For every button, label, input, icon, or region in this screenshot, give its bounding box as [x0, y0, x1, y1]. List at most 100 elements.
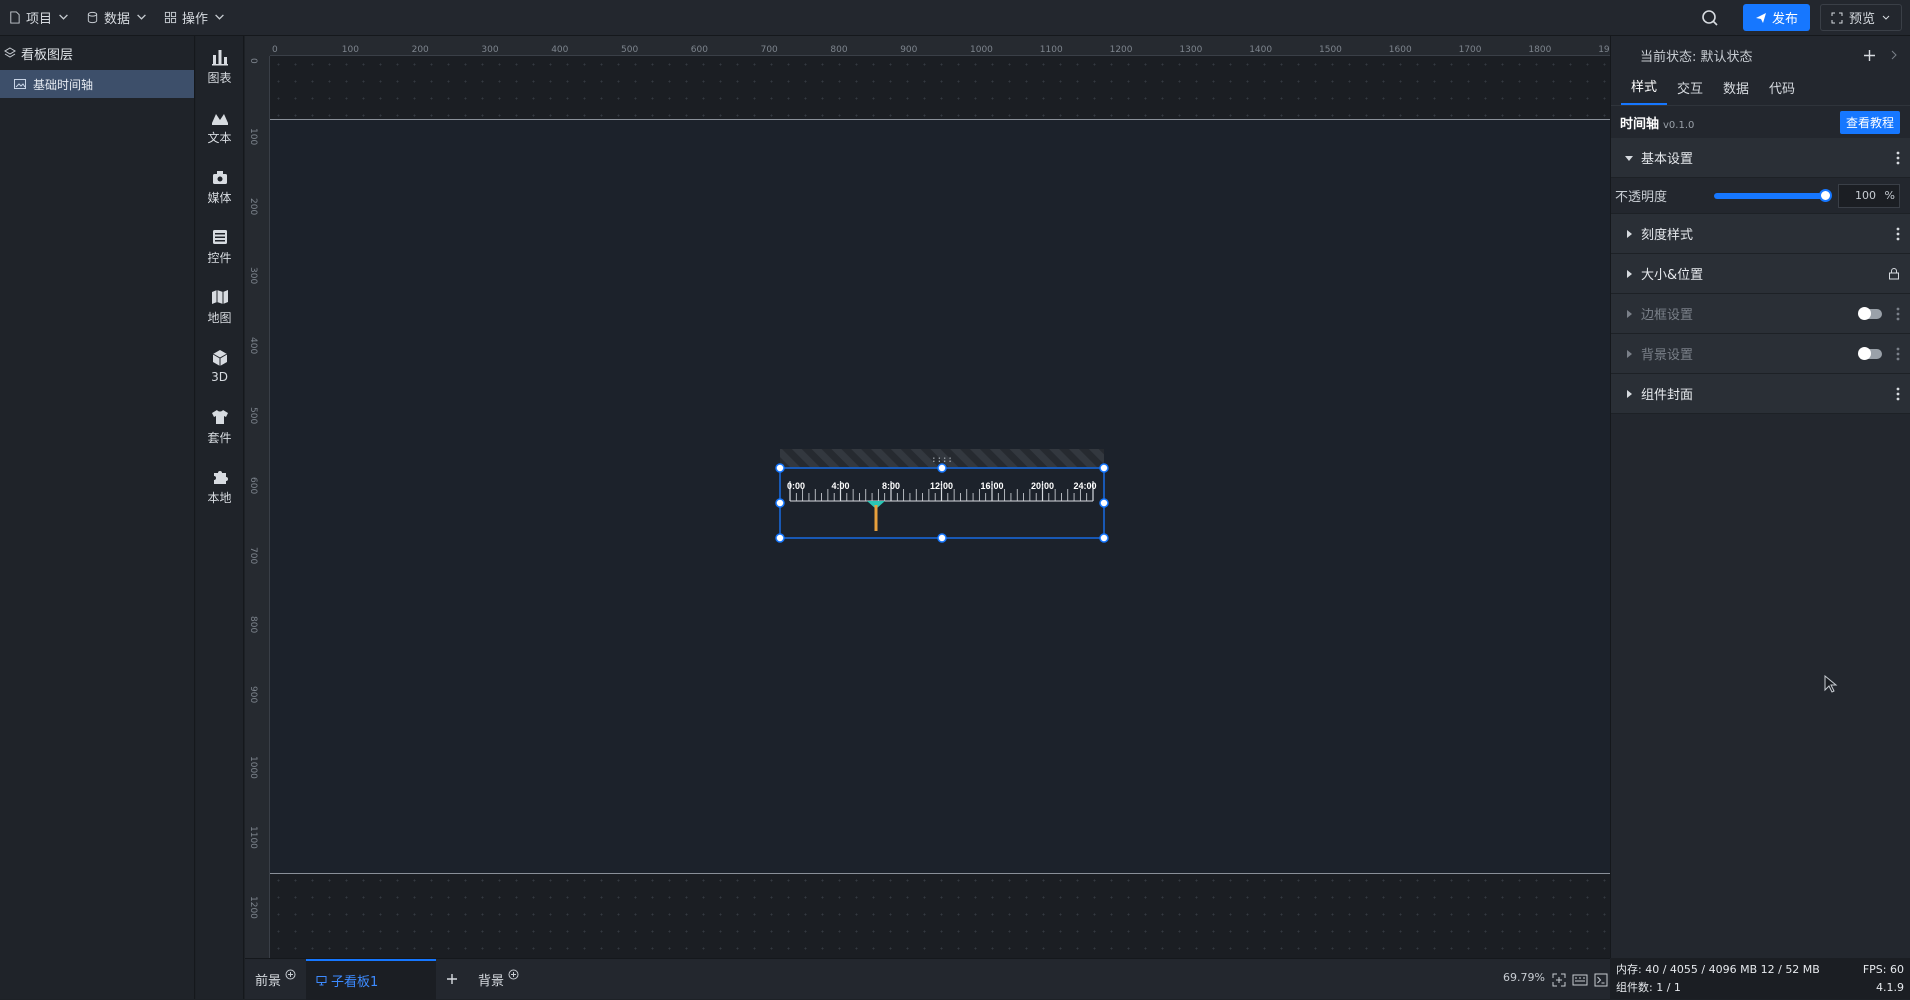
ruler-v-label: 800	[248, 616, 258, 634]
add-state-icon[interactable]	[1863, 49, 1876, 62]
tab-interaction[interactable]: 交互	[1667, 78, 1713, 105]
text-icon	[211, 113, 228, 125]
tab-data[interactable]: 数据	[1713, 78, 1759, 105]
mouse-cursor-icon	[1824, 675, 1838, 693]
menu-project-label: 项目	[26, 12, 53, 27]
opacity-input[interactable]: 100 %	[1838, 183, 1900, 208]
canvas-area[interactable]: 0 100 200 300 400 500 600 700 800 900 1000 1100 1200…	[245, 36, 1610, 958]
publish-button[interactable]: 发布	[1742, 4, 1810, 31]
tool-control[interactable]: 控件	[196, 216, 243, 276]
ruler-h-label: 1800	[1528, 45, 1552, 55]
state-info[interactable]: 当前状态: 默认状态	[1640, 46, 1753, 65]
menu-data[interactable]: 数据	[78, 0, 156, 36]
horizontal-ruler: 0 100 200 300 400 500 600 700 800 900 1000 1100 1200…	[270, 36, 1610, 56]
timeline-pointer[interactable]	[874, 505, 878, 531]
opacity-slider[interactable]	[1714, 188, 1832, 202]
terminal-icon[interactable]	[1594, 973, 1608, 987]
layer-item[interactable]: 基础时间轴	[0, 70, 194, 98]
bottom-bar: 前景 子看板1 背景 69.79%	[245, 958, 1610, 1000]
tool-map[interactable]: 地图	[196, 276, 243, 336]
section-tick-style-label: 刻度样式	[1641, 228, 1694, 243]
tab-background[interactable]: 背景	[468, 959, 529, 1000]
top-right-actions: 发布 预览	[1701, 4, 1902, 31]
border-toggle[interactable]	[1858, 306, 1882, 320]
timeline-label: 8:00	[882, 481, 900, 491]
component-header: 时间轴 v0.1.0 查看教程	[1611, 106, 1910, 138]
component-name: 时间轴	[1620, 116, 1660, 132]
tool-control-label: 控件	[207, 250, 232, 265]
preview-button[interactable]: 预览	[1819, 4, 1902, 31]
menu-project[interactable]: 项目	[0, 0, 78, 36]
ruler-v-label: 300	[248, 267, 258, 285]
section-tick-style[interactable]: 刻度样式	[1611, 214, 1910, 254]
more-icon[interactable]	[1896, 307, 1900, 321]
tool-chart-label: 图表	[207, 70, 232, 85]
menu-operate[interactable]: 操作	[156, 0, 234, 36]
opacity-row: 不透明度 100 %	[1611, 178, 1910, 214]
tab-subboard[interactable]: 子看板1	[306, 958, 437, 1000]
tab-code[interactable]: 代码	[1759, 78, 1805, 105]
ruler-v-label: 100	[248, 127, 258, 145]
ruler-h-label: 700	[760, 45, 778, 55]
control-icon	[212, 229, 227, 244]
ruler-v-label: 0	[248, 58, 258, 64]
database-icon	[87, 11, 98, 24]
timeline-component[interactable]: :::: 0:00 4:00 8:00 12:00 16:00 20:00 24:00	[772, 449, 1112, 544]
ruler-v-label: 1100	[248, 825, 258, 849]
tab-style[interactable]: 样式	[1621, 76, 1668, 105]
slider-knob[interactable]	[1819, 188, 1832, 202]
tool-chart[interactable]: 图表	[196, 36, 243, 96]
fps-status: FPS: 60	[1862, 962, 1904, 976]
ruler-h-label: 300	[481, 45, 499, 55]
resize-handles[interactable]	[775, 463, 1109, 543]
tutorial-button[interactable]: 查看教程	[1839, 110, 1900, 134]
opacity-label: 不透明度	[1615, 190, 1668, 205]
section-background[interactable]: 背景设置	[1611, 334, 1910, 374]
more-icon[interactable]	[1896, 387, 1900, 401]
ruler-h-label: 1100	[1039, 45, 1063, 55]
tool-local-label: 本地	[207, 490, 232, 505]
ruler-h-label: 500	[621, 45, 639, 55]
tool-3d-label: 3D	[211, 370, 228, 384]
send-icon	[1755, 12, 1766, 23]
ruler-h-label: 1700	[1458, 45, 1482, 55]
grid-icon	[164, 11, 177, 24]
tab-foreground[interactable]: 前景	[245, 959, 306, 1000]
tool-map-label: 地图	[207, 310, 232, 325]
tool-text[interactable]: 文本	[196, 96, 243, 156]
add-tab-button[interactable]	[436, 959, 468, 1000]
background-toggle[interactable]	[1858, 346, 1882, 360]
keyboard-icon[interactable]	[1572, 973, 1588, 987]
tool-3d[interactable]: 3D	[196, 336, 243, 396]
tool-media[interactable]: 媒体	[196, 156, 243, 216]
menu-data-label: 数据	[104, 12, 131, 27]
panel-tabs: 样式 交互 数据 代码	[1611, 74, 1910, 106]
ruler-h-label: 900	[900, 45, 918, 55]
more-icon[interactable]	[1896, 151, 1900, 165]
add-circle-icon[interactable]	[508, 969, 519, 980]
more-icon[interactable]	[1896, 227, 1900, 241]
section-cover[interactable]: 组件封面	[1611, 374, 1910, 414]
zoom-level[interactable]: 69.79%	[1503, 971, 1545, 984]
section-basic[interactable]: 基本设置	[1611, 138, 1910, 178]
ruler-h-label: 1500	[1319, 45, 1342, 55]
bar-chart-icon	[211, 49, 228, 65]
section-size-position[interactable]: 大小&位置	[1611, 254, 1910, 294]
state-row: 当前状态: 默认状态	[1611, 36, 1910, 74]
lock-icon[interactable]	[1888, 267, 1900, 280]
tool-local[interactable]: 本地	[196, 456, 243, 516]
component-title: 时间轴 v0.1.0	[1620, 113, 1694, 132]
search-icon[interactable]	[1701, 9, 1719, 27]
layers-icon	[4, 47, 16, 58]
more-icon[interactable]	[1896, 347, 1900, 361]
fit-screen-icon[interactable]	[1552, 973, 1566, 987]
chevron-right-icon[interactable]	[1890, 50, 1898, 60]
cube-icon	[212, 350, 227, 366]
ruler-v-label: 400	[248, 337, 258, 355]
tool-kit[interactable]: 套件	[196, 396, 243, 456]
ruler-h-label: 1200	[1109, 45, 1133, 55]
timeline-label: 20:00	[1031, 481, 1054, 491]
timeline-label: 0:00	[787, 481, 805, 491]
section-border[interactable]: 边框设置	[1611, 294, 1910, 334]
add-circle-icon[interactable]	[285, 969, 296, 980]
